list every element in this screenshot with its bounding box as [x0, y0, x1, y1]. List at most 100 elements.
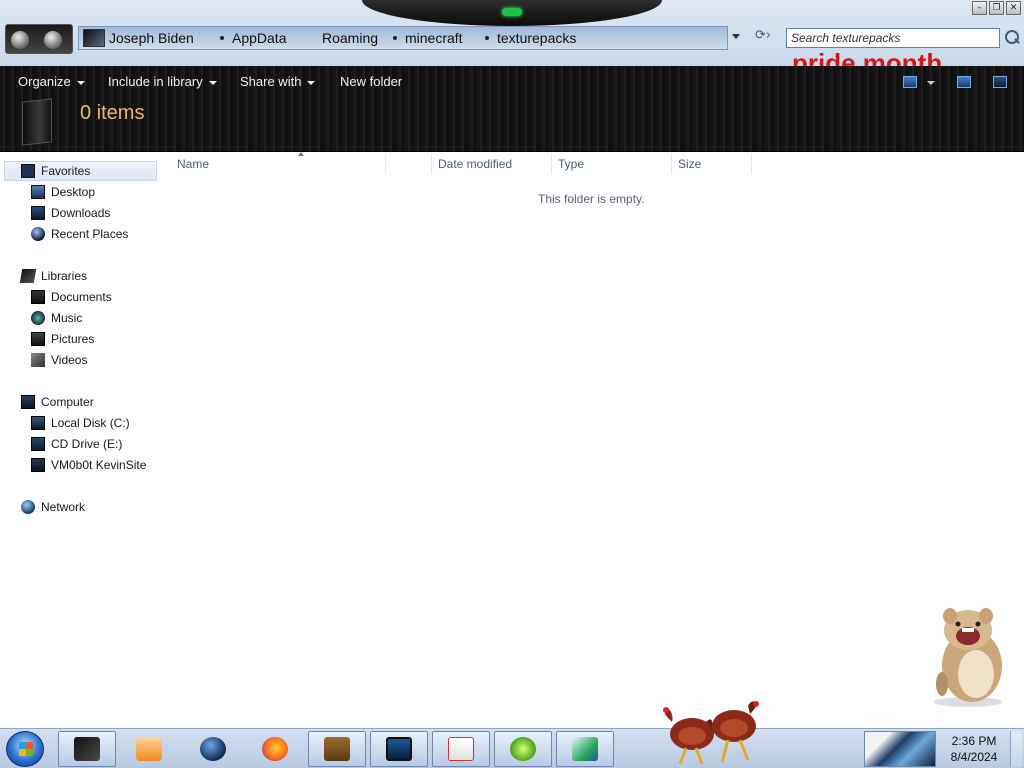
onenote-icon	[572, 737, 598, 761]
restore-button[interactable]: ❐	[989, 1, 1004, 15]
network-globe-icon	[21, 500, 35, 514]
column-divider[interactable]	[431, 154, 432, 174]
taskbar: 2:36 PM 8/4/2024	[0, 728, 1024, 768]
taskbar-firefox[interactable]	[246, 731, 304, 767]
chickens-desktop-pet[interactable]	[656, 696, 764, 768]
computer-icon	[21, 395, 35, 409]
nav-item-downloads[interactable]: Downloads	[31, 203, 110, 223]
organize-button[interactable]: Organize	[18, 74, 85, 90]
breadcrumb-appdata[interactable]: AppData	[214, 27, 286, 49]
tablet-icon	[386, 737, 412, 761]
column-header-date-modified[interactable]: Date modified	[438, 157, 512, 171]
column-divider[interactable]	[551, 154, 552, 174]
start-button[interactable]	[6, 731, 44, 767]
view-options-dropdown[interactable]	[927, 81, 935, 85]
item-count: 0 items	[80, 102, 145, 124]
nav-item-recent-places[interactable]: Recent Places	[31, 224, 128, 244]
notification-area-thumbnail[interactable]	[864, 731, 936, 767]
nav-libraries[interactable]: Libraries	[19, 266, 87, 286]
sort-ascending-icon	[298, 152, 304, 156]
address-history-dropdown[interactable]	[732, 34, 740, 40]
breadcrumb-joseph-biden[interactable]: Joseph Biden	[83, 27, 194, 49]
java-icon	[448, 737, 474, 761]
change-view-icon[interactable]	[903, 76, 917, 88]
search-icon[interactable]	[1003, 29, 1021, 47]
chevron-down-icon	[76, 80, 85, 85]
back-button[interactable]	[11, 31, 29, 49]
show-desktop-button[interactable]	[1010, 731, 1022, 767]
breadcrumb-separator	[220, 36, 224, 40]
navigation-pane: Favorites Desktop Downloads Recent Place…	[0, 152, 160, 728]
network-drive-icon	[31, 458, 45, 472]
nav-computer[interactable]: Computer	[21, 392, 94, 412]
share-with-button[interactable]: Share with	[240, 74, 316, 90]
taskbar-java[interactable]	[432, 731, 490, 767]
column-header-size[interactable]: Size	[678, 157, 701, 171]
taskbar-file-explorer[interactable]	[58, 731, 116, 767]
title-bar: Joseph Biden AppData Roaming minecraft t…	[0, 0, 1024, 66]
taskbar-browser[interactable]	[184, 731, 242, 767]
column-header-name[interactable]: Name	[177, 157, 209, 171]
breadcrumb-separator	[485, 36, 489, 40]
nav-item-documents[interactable]: Documents	[31, 287, 112, 307]
folder-thumbnail-icon	[83, 29, 105, 47]
address-bar[interactable]: Joseph Biden AppData Roaming minecraft t…	[78, 26, 728, 50]
nav-item-cd-drive[interactable]: CD Drive (E:)	[31, 434, 122, 454]
folder-large-icon	[22, 98, 52, 146]
search-input[interactable]: Search texturepacks	[786, 28, 1000, 48]
nav-item-local-disk[interactable]: Local Disk (C:)	[31, 413, 130, 433]
taskbar-tablet[interactable]	[370, 731, 428, 767]
help-icon[interactable]	[993, 76, 1007, 88]
pictures-icon	[31, 332, 45, 346]
breadcrumb-roaming[interactable]: Roaming	[322, 27, 378, 49]
column-header-type[interactable]: Type	[558, 157, 584, 171]
forward-button[interactable]	[44, 31, 62, 49]
nav-item-music[interactable]: Music	[31, 308, 82, 328]
desktop-icon	[31, 185, 45, 199]
file-list[interactable]: Name Date modified Type Size This folder…	[160, 152, 1024, 728]
column-divider[interactable]	[751, 154, 752, 174]
bonzi-box-icon	[324, 737, 350, 761]
chevron-down-icon	[208, 80, 217, 85]
taskbar-media-player[interactable]	[120, 731, 178, 767]
back-forward-buttons[interactable]	[5, 24, 73, 54]
hard-disk-icon	[31, 416, 45, 430]
minimize-button[interactable]: –	[972, 1, 987, 15]
breadcrumb-separator	[393, 36, 397, 40]
system-clock[interactable]: 2:36 PM 8/4/2024	[942, 733, 1006, 765]
globe-browser-icon	[200, 737, 226, 761]
media-player-icon	[136, 737, 162, 761]
pride-month-banner: pride month	[792, 49, 943, 66]
documents-icon	[31, 290, 45, 304]
nav-network[interactable]: Network	[21, 497, 85, 517]
breadcrumb-minecraft[interactable]: minecraft	[387, 27, 463, 49]
taskbar-onenote[interactable]	[556, 731, 614, 767]
hamster-desktop-pet[interactable]	[928, 604, 1008, 708]
nav-item-desktop[interactable]: Desktop	[31, 182, 95, 202]
close-button[interactable]: ✕	[1006, 1, 1021, 15]
refresh-icon[interactable]: ⟳›	[750, 28, 776, 46]
new-folder-button[interactable]: New folder	[340, 74, 402, 90]
breadcrumb-texturepacks[interactable]: texturepacks	[479, 27, 576, 49]
explorer-window: Joseph Biden AppData Roaming minecraft t…	[0, 0, 1024, 768]
column-divider[interactable]	[385, 154, 386, 174]
music-icon	[31, 311, 45, 325]
clock-time: 2:36 PM	[951, 734, 997, 748]
nav-item-network-drive[interactable]: VM0b0t KevinSite	[31, 455, 146, 475]
downloads-icon	[31, 206, 45, 220]
chevron-down-icon	[307, 80, 316, 85]
taskbar-bonzi-box[interactable]	[308, 731, 366, 767]
nav-favorites[interactable]: Favorites	[4, 161, 157, 181]
include-in-library-button[interactable]: Include in library	[108, 74, 217, 90]
window-notch	[362, 0, 662, 26]
taskbar-lime[interactable]	[494, 731, 552, 767]
command-bar: Organize Include in library Share with N…	[0, 66, 1024, 152]
recent-places-icon	[31, 227, 45, 241]
empty-folder-message: This folder is empty.	[538, 192, 645, 206]
clock-date: 8/4/2024	[950, 750, 998, 764]
nav-item-pictures[interactable]: Pictures	[31, 329, 94, 349]
nav-item-videos[interactable]: Videos	[31, 350, 87, 370]
column-divider[interactable]	[671, 154, 672, 174]
libraries-icon	[19, 269, 37, 283]
preview-pane-icon[interactable]	[957, 76, 971, 88]
